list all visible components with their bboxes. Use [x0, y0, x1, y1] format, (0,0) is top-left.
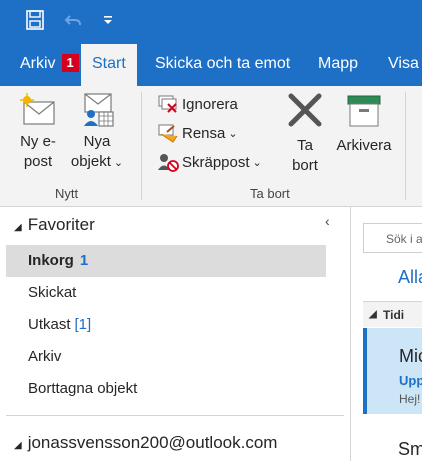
archive-button[interactable]: Arkivera	[332, 92, 396, 156]
collapse-triangle-icon: ◢	[369, 309, 377, 320]
tab-file-label: Arkiv	[20, 55, 56, 72]
tab-view[interactable]: Visa	[388, 42, 419, 86]
archive-icon	[347, 95, 381, 127]
cleanup-icon	[158, 124, 178, 143]
draft-count: [1]	[74, 316, 92, 333]
nav-item-sent[interactable]: Skickat	[6, 277, 326, 309]
file-badge: 1	[61, 53, 79, 72]
delete-label-2: bort	[292, 157, 318, 174]
ribbon: Ny e- post Nya objekt ⌄ Nytt Ignorera Re…	[0, 86, 422, 207]
expand-triangle-icon: ◢	[14, 440, 22, 451]
group-separator	[141, 92, 142, 200]
message-group-header[interactable]: ◢ Tidi	[363, 301, 422, 327]
new-email-label-2: post	[23, 153, 53, 170]
ignore-icon	[158, 95, 177, 113]
tab-file[interactable]: Arkiv 1	[20, 42, 79, 86]
tab-folder[interactable]: Mapp	[318, 42, 358, 86]
new-items-button[interactable]: Nya objekt ⌄	[66, 92, 128, 173]
nav-item-label: Borttagna objekt	[28, 380, 138, 397]
delete-label-1: Ta	[297, 137, 313, 154]
message-sender: Mic	[399, 346, 422, 366]
junk-icon	[158, 154, 179, 172]
archive-label: Arkivera	[336, 137, 392, 154]
customize-toolbar-button[interactable]	[100, 8, 116, 32]
ribbon-tabs: Arkiv 1 Start Skicka och ta emot Mapp Vis…	[0, 42, 422, 86]
undo-button[interactable]	[62, 8, 84, 32]
new-items-icon	[84, 93, 114, 127]
new-email-icon	[20, 93, 55, 125]
new-email-button[interactable]: Ny e- post	[10, 92, 66, 172]
save-icon	[26, 10, 44, 30]
chevron-down-icon: ⌄	[252, 156, 262, 169]
chevron-down-icon: ⌄	[113, 157, 124, 169]
nav-item-label: Arkiv	[28, 348, 62, 365]
nav-item-label: Utkast	[28, 316, 71, 333]
junk-label: Skräppost	[182, 153, 250, 171]
favorites-header[interactable]: ◢ Favoriter	[14, 215, 95, 235]
expand-triangle-icon: ◢	[14, 222, 22, 233]
favorites-label: Favoriter	[27, 215, 95, 234]
message-preview: Hej!	[399, 392, 421, 406]
cleanup-button[interactable]: Rensa ⌄	[157, 121, 238, 145]
ignore-button[interactable]: Ignorera	[157, 92, 238, 116]
new-items-label-2: objekt	[70, 153, 111, 170]
group-label-new: Nytt	[55, 186, 79, 201]
title-bar	[0, 0, 422, 42]
new-items-label-1: Nya	[83, 133, 111, 150]
group-separator	[405, 92, 406, 200]
message-item-selected[interactable]: Mic Upp Hej!	[363, 328, 422, 414]
tab-home[interactable]: Start	[81, 44, 137, 86]
filter-all-tab[interactable]: Alla	[398, 267, 422, 288]
search-placeholder: Sök i a	[386, 232, 422, 246]
navigation-pane: ◢ Favoriter ‹ Inkorg 1 Skickat Utkast [1] A…	[0, 207, 351, 461]
ignore-label: Ignorera	[182, 95, 238, 113]
collapse-pane-icon[interactable]: ‹	[325, 213, 330, 229]
nav-item-deleted[interactable]: Borttagna objekt	[6, 373, 326, 405]
delete-icon	[288, 93, 322, 127]
search-input[interactable]: Sök i a	[363, 223, 422, 253]
account-header[interactable]: ◢ jonassvensson200@outlook.com	[14, 433, 277, 453]
nav-divider	[6, 415, 344, 416]
group-header-label: Tidi	[383, 308, 405, 322]
nav-item-drafts[interactable]: Utkast [1]	[6, 309, 326, 341]
save-button[interactable]	[22, 8, 48, 32]
nav-item-archive[interactable]: Arkiv	[6, 341, 326, 373]
new-email-label-1: Ny e-	[20, 133, 56, 150]
tab-send-receive[interactable]: Skicka och ta emot	[155, 42, 290, 86]
unread-count: 1	[79, 252, 89, 269]
message-subject: Upp	[399, 373, 422, 388]
nav-item-label: Skickat	[28, 284, 77, 301]
delete-button[interactable]: Ta bort	[282, 92, 328, 176]
customize-toolbar-icon	[104, 16, 112, 24]
account-label: jonassvensson200@outlook.com	[27, 433, 278, 452]
nav-item-inbox[interactable]: Inkorg 1	[6, 245, 326, 277]
group-label-delete: Ta bort	[250, 186, 290, 201]
nav-item-label: Inkorg	[28, 252, 74, 269]
chevron-down-icon: ⌄	[228, 127, 238, 140]
junk-button[interactable]: Skräppost ⌄	[157, 150, 262, 174]
message-list: Sök i a Alla ◢ Tidi Mic Upp Hej! Sm	[351, 207, 422, 461]
message-item[interactable]: Sm	[398, 439, 422, 460]
cleanup-label: Rensa	[182, 124, 226, 142]
undo-icon	[64, 15, 81, 26]
